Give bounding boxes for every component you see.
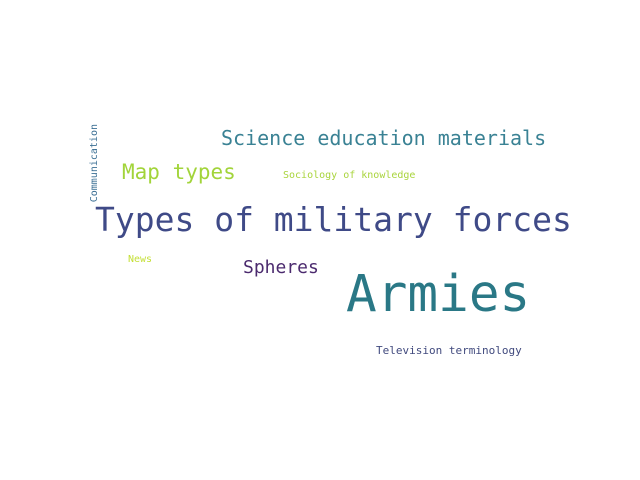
word-sociology-of-knowledge: Sociology of knowledge xyxy=(283,170,416,181)
word-television-terminology: Television terminology xyxy=(376,344,522,357)
word-armies: Armies xyxy=(346,265,531,324)
word-news: News xyxy=(128,254,153,265)
word-spheres: Spheres xyxy=(243,257,319,278)
word-types-of-military-forces: Types of military forces xyxy=(95,200,572,239)
word-science-education-materials: Science education materials xyxy=(221,126,547,150)
word-cloud: Armies Types of military forces Science … xyxy=(0,0,640,480)
word-map-types: Map types xyxy=(122,160,236,184)
word-communication: Communication xyxy=(89,124,100,203)
